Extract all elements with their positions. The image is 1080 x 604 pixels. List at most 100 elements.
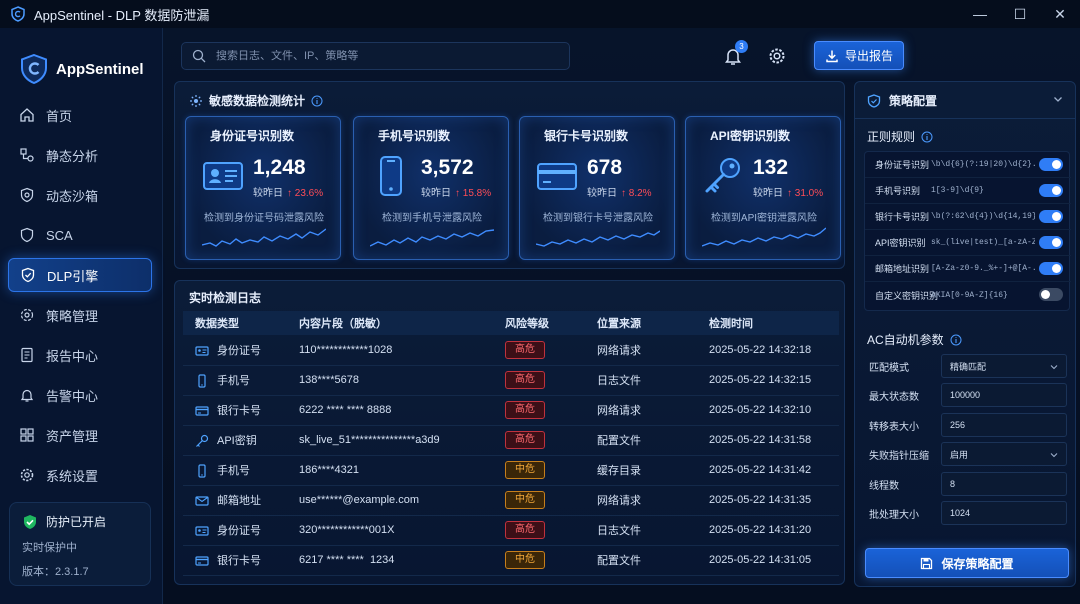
risk-badge: 中危	[505, 551, 545, 569]
table-row[interactable]: 身份证号 110************1028 高危 网络请求 2025-05…	[183, 335, 839, 365]
stat-card-title: API密钥识别数	[710, 129, 791, 143]
email-icon	[195, 496, 209, 506]
column-header[interactable]: 内容片段（脱敏）	[287, 311, 493, 335]
save-policy-button[interactable]: 保存策略配置	[865, 548, 1069, 578]
notification-bell-button[interactable]: 3	[723, 40, 748, 66]
log-type: 身份证号	[217, 344, 261, 357]
column-header[interactable]: 位置来源	[585, 311, 697, 335]
table-row[interactable]: 银行卡号 6217 **** **** 1234 中危 配置文件 2025-05…	[183, 545, 839, 575]
window-title: AppSentinel - DLP 数据防泄漏	[34, 7, 210, 23]
rule-toggle[interactable]	[1039, 288, 1063, 301]
static-analysis-icon	[18, 146, 36, 164]
stat-card-value: 3,572	[421, 156, 474, 179]
column-header[interactable]: 检测时间	[697, 311, 839, 335]
rule-toggle[interactable]	[1039, 184, 1063, 197]
compare-label: 较昨日	[753, 188, 783, 199]
sidebar-item-alerts[interactable]: 告警中心	[8, 378, 152, 412]
table-row[interactable]: API密钥 sk_live_51***************a3d9 高危 配…	[183, 425, 839, 455]
maximize-button[interactable]: ☐	[1000, 0, 1040, 28]
column-header[interactable]: 风险等级	[493, 311, 585, 335]
info-icon[interactable]	[921, 131, 933, 143]
param-label: 失败指针压缩	[869, 450, 929, 462]
stat-card-title: 银行卡号识别数	[544, 129, 629, 143]
divider	[855, 118, 1075, 119]
info-icon[interactable]	[950, 334, 962, 346]
table-row[interactable]: 身份证号 320************001X 高危 日志文件 2025-05…	[183, 515, 839, 545]
collapse-chevron-icon[interactable]	[1053, 94, 1063, 104]
sidebar-item-home[interactable]: 首页	[8, 98, 152, 132]
failure-compress-select[interactable]: 启用	[941, 442, 1067, 466]
param-value: 100000	[950, 390, 981, 400]
regex-rules-list: 身份证号识别 \b\d{6}(?:19|20)\d{2}... 手机号识别 1[…	[864, 151, 1071, 311]
sidebar-item-label: 策略管理	[46, 308, 99, 324]
stat-card-compare: 较昨日 ↑ 31.0%	[753, 184, 823, 199]
log-type: 手机号	[217, 464, 250, 477]
threads-input[interactable]: 8	[941, 472, 1067, 496]
sidebar-item-label: 告警中心	[46, 388, 99, 404]
search-input[interactable]	[216, 50, 556, 62]
rule-row: 自定义密钥识别 AKIA[0-9A-Z]{16}	[865, 282, 1071, 308]
stat-card-api-key[interactable]: API密钥识别数 132 较昨日 ↑ 31.0% 检测到API密钥泄露风险	[685, 116, 841, 260]
log-content: 110************1028	[299, 343, 393, 356]
stat-card-compare: 较昨日 ↑ 15.8%	[421, 184, 491, 199]
rule-toggle[interactable]	[1039, 236, 1063, 249]
rule-toggle[interactable]	[1039, 210, 1063, 223]
column-header[interactable]: 数据类型	[183, 311, 287, 335]
mobile-phone-icon	[198, 374, 206, 388]
max-states-input[interactable]: 100000	[941, 383, 1067, 407]
stat-card-bank-card[interactable]: 银行卡号识别数 678 较昨日 ↑ 8.2% 检测到银行卡号泄露风险	[519, 116, 675, 260]
gear-icon	[769, 48, 785, 64]
rule-pattern: [A-Za-z0-9._%+-]+@[A-...	[931, 264, 1035, 273]
stat-card-description: 检测到手机号泄露风险	[382, 213, 482, 224]
sidebar-item-settings[interactable]: 系统设置	[8, 458, 152, 492]
sidebar-item-dlp-engine[interactable]: DLP引擎	[8, 258, 152, 292]
table-row[interactable]: 银行卡号 6222 **** **** 8888 高危 网络请求 2025-05…	[183, 395, 839, 425]
logs-panel-title: 实时检测日志	[189, 289, 261, 306]
window-controls: — ☐ ✕	[960, 0, 1080, 28]
risk-badge: 高危	[505, 340, 545, 359]
sidebar-item-label: 报告中心	[46, 348, 99, 364]
sidebar-item-policy[interactable]: 策略管理	[8, 298, 152, 332]
rule-toggle[interactable]	[1039, 158, 1063, 171]
minimize-button[interactable]: —	[960, 0, 1000, 28]
rule-toggle[interactable]	[1039, 262, 1063, 275]
search-box[interactable]	[181, 42, 570, 70]
table-header-row: 数据类型 内容片段（脱敏） 风险等级 位置来源 检测时间	[183, 311, 839, 335]
info-icon[interactable]	[311, 95, 323, 107]
settings-button[interactable]	[767, 46, 787, 66]
rule-row: 邮箱地址识别 [A-Za-z0-9._%+-]+@[A-...	[865, 256, 1071, 282]
brand-name: AppSentinel	[56, 60, 144, 78]
table-row[interactable]: 邮箱地址 use******@example.com 中危 网络请求 2025-…	[183, 485, 839, 515]
table-row[interactable]: 手机号 138****5678 高危 日志文件 2025-05-22 14:32…	[183, 365, 839, 395]
id-card-icon	[203, 162, 243, 190]
shield-check-icon	[24, 514, 36, 529]
sidebar-item-sca[interactable]: SCA	[8, 218, 152, 252]
stat-card-description: 检测到身份证号码泄露风险	[204, 213, 324, 224]
param-failure-compress: 失败指针压缩 启用	[869, 442, 1069, 466]
export-report-button[interactable]: 导出报告	[814, 41, 904, 70]
sensitive-data-stats-panel: 敏感数据检测统计 身份证号识别数 1,248 较昨日 ↑ 23.6% 检测到身份证…	[174, 81, 845, 269]
sidebar-item-static-analysis[interactable]: 静态分析	[8, 138, 152, 172]
sca-shield-icon	[18, 226, 36, 244]
protection-status-card: 防护已开启 实时保护中 版本：2.3.1.7	[9, 502, 151, 586]
sidebar-item-dynamic-sandbox[interactable]: 动态沙箱	[8, 178, 152, 212]
log-type: 邮箱地址	[217, 494, 261, 507]
close-button[interactable]: ✕	[1040, 0, 1080, 28]
log-source: 缓存目录	[597, 465, 641, 477]
stat-card-id-number[interactable]: 身份证号识别数 1,248 较昨日 ↑ 23.6% 检测到身份证号码泄露风险	[185, 116, 341, 260]
sidebar-item-reports[interactable]: 报告中心	[8, 338, 152, 372]
risk-badge: 中危	[505, 491, 545, 509]
stat-card-description: 检测到API密钥泄露风险	[710, 213, 818, 224]
transition-table-input[interactable]: 256	[941, 413, 1067, 437]
app-version: 版本：2.3.1.7	[22, 566, 89, 578]
param-batch-size: 批处理大小 1024	[869, 501, 1069, 525]
app-logo-icon	[21, 54, 47, 84]
sidebar-item-assets[interactable]: 资产管理	[8, 418, 152, 452]
change-value: ↑ 31.0%	[787, 188, 824, 199]
table-row[interactable]: 手机号 186****4321 中危 缓存目录 2025-05-22 14:31…	[183, 455, 839, 485]
stat-card-mobile[interactable]: 手机号识别数 3,572 较昨日 ↑ 15.8% 检测到手机号泄露风险	[353, 116, 509, 260]
log-content: 6217 **** **** 1234	[299, 554, 395, 566]
match-mode-select[interactable]: 精确匹配	[941, 354, 1067, 378]
title-bar: AppSentinel - DLP 数据防泄漏 — ☐ ✕	[0, 0, 1080, 28]
batch-size-input[interactable]: 1024	[941, 501, 1067, 525]
